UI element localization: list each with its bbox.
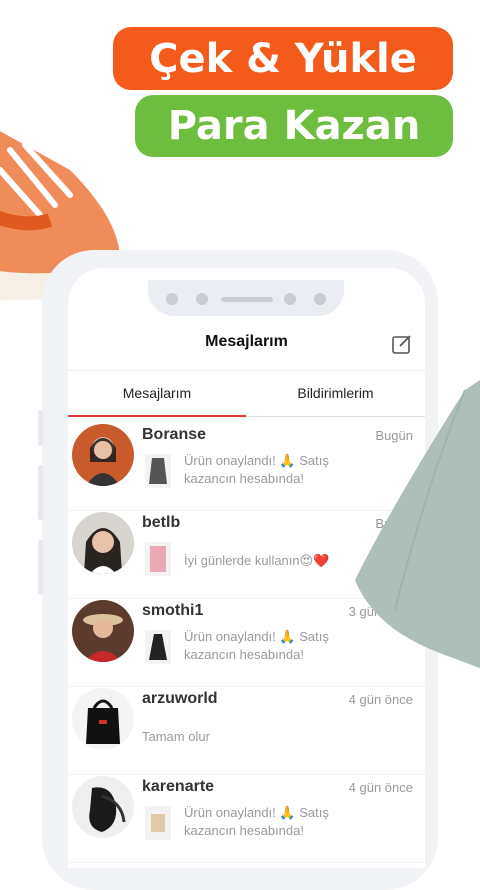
phone-side-button [38,410,43,446]
dress-illustration [355,380,480,669]
phone-notch [148,280,344,316]
message-time: 4 gün önce [348,780,413,795]
list-item[interactable]: arzuworld 4 gün önce Tamam olur [68,688,425,775]
list-item[interactable]: karenarte 4 gün önce Ürün onaylandı! 🙏 S… [68,776,425,863]
product-thumbnail [145,454,171,488]
sender-name: betlb [142,514,181,531]
message-preview: Ürün onaylandı! 🙏 Satış kazancın hesabın… [184,629,329,662]
promo-badge-upload: Çek & Yükle [113,27,453,90]
message-preview: Ürün onaylandı! 🙏 Satış kazancın hesabın… [184,453,329,486]
avatar [72,776,134,838]
sender-name: smothi1 [142,602,204,619]
phone-side-button [38,465,43,520]
sender-name: karenarte [142,778,215,795]
avatar [72,600,134,662]
message-preview: Ürün onaylandı! 🙏 Satış kazancın hesabın… [184,805,329,838]
avatar [72,688,134,750]
product-thumbnail [145,630,171,664]
sender-name: arzuworld [142,690,218,707]
message-preview: Tamam olur [142,729,210,744]
product-thumbnail [145,542,171,576]
avatar [72,512,134,574]
promo-badge-earn: Para Kazan [135,95,453,157]
product-thumbnail [145,806,171,840]
page-title: Mesajlarım [205,333,288,350]
avatar [72,424,134,486]
message-preview: İyi günlerde kullanın😍❤️ [184,553,330,568]
promo-line-1: Çek & Yükle [149,35,417,82]
phone-side-button [38,540,43,595]
message-time: 4 gün önce [348,692,413,707]
active-tab-indicator [68,415,246,417]
tab-messages[interactable]: Mesajlarım [68,371,246,417]
promo-line-2: Para Kazan [167,103,421,149]
sender-name: Boranse [142,426,207,443]
compose-icon[interactable] [391,333,413,355]
